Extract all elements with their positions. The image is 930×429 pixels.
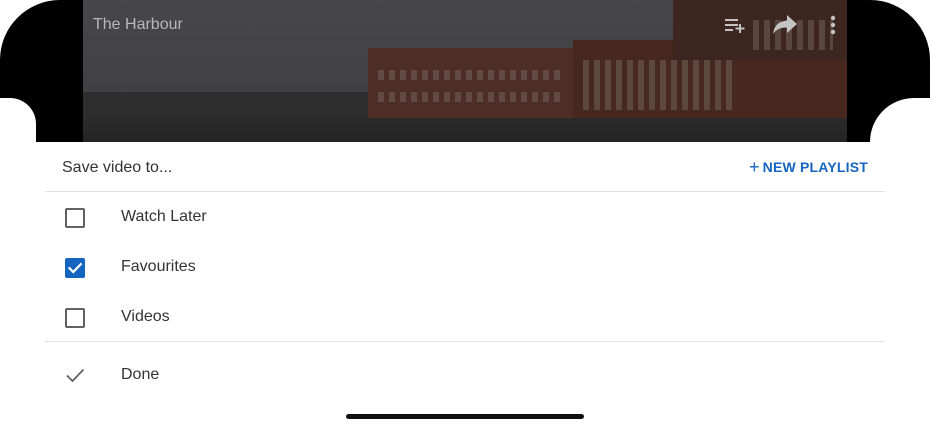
checkbox-unchecked[interactable] bbox=[65, 208, 85, 228]
new-playlist-label: NEW PLAYLIST bbox=[762, 159, 868, 175]
playlist-option-label: Favourites bbox=[121, 258, 196, 275]
video-title: The Harbour bbox=[93, 16, 183, 33]
video-scenery bbox=[83, 118, 847, 142]
new-playlist-button[interactable]: + NEW PLAYLIST bbox=[748, 157, 868, 177]
sheet-title: Save video to... bbox=[62, 159, 173, 176]
checkbox-unchecked[interactable] bbox=[65, 308, 85, 328]
add-to-queue-icon[interactable] bbox=[723, 12, 749, 38]
done-button[interactable]: Done bbox=[45, 349, 885, 399]
video-scenery bbox=[378, 70, 563, 80]
save-to-playlist-sheet: Save video to... + NEW PLAYLIST Watch La… bbox=[45, 142, 885, 429]
screen: The Harbour Save video to... + NEW PLAYL… bbox=[0, 0, 930, 429]
share-icon[interactable] bbox=[772, 12, 798, 38]
playlist-option-favourites[interactable]: Favourites bbox=[45, 242, 885, 292]
video-player[interactable]: The Harbour bbox=[83, 0, 847, 142]
video-scenery bbox=[378, 92, 563, 102]
playlist-option-label: Videos bbox=[121, 308, 170, 325]
playlist-option-videos[interactable]: Videos bbox=[45, 292, 885, 342]
plus-icon: + bbox=[748, 157, 760, 177]
check-icon bbox=[67, 262, 83, 274]
video-scenery bbox=[583, 60, 733, 110]
playlist-option-label: Watch Later bbox=[121, 208, 207, 225]
home-indicator bbox=[346, 414, 584, 419]
sheet-header: Save video to... + NEW PLAYLIST bbox=[45, 142, 885, 192]
more-vert-icon[interactable] bbox=[820, 12, 846, 38]
playlist-option-watch-later[interactable]: Watch Later bbox=[45, 192, 885, 242]
done-label: Done bbox=[121, 366, 160, 383]
checkmark-icon bbox=[66, 368, 85, 383]
checkbox-checked[interactable] bbox=[65, 258, 85, 278]
divider bbox=[45, 341, 885, 342]
